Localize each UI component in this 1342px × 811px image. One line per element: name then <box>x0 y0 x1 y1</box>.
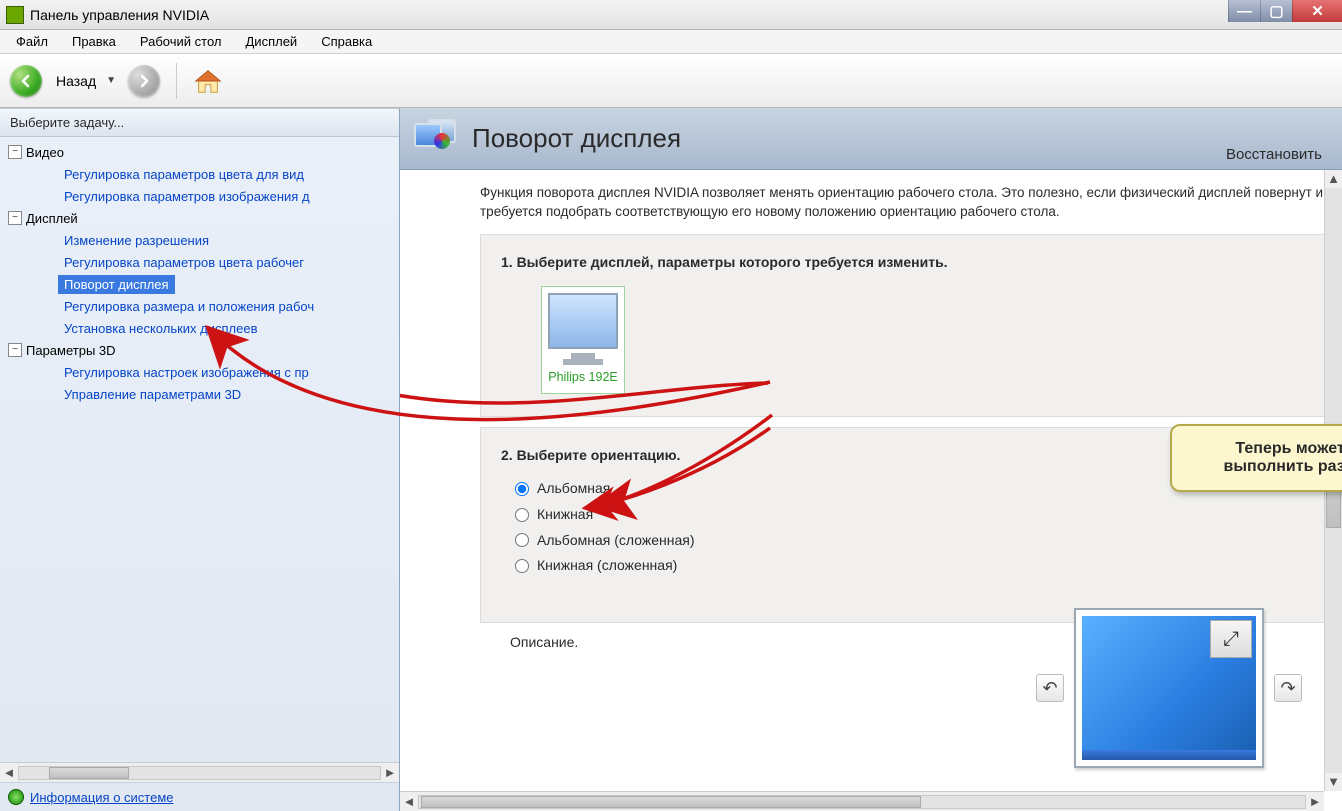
task-tree: − Видео Регулировка параметров цвета для… <box>0 137 399 762</box>
section-title: 1. Выберите дисплей, параметры которого … <box>501 253 1307 273</box>
menu-display[interactable]: Дисплей <box>236 31 308 52</box>
callout-line2: выполнить разворот десплея! <box>1188 458 1342 476</box>
monitor-tile[interactable]: Philips 192E <box>541 286 625 394</box>
toolbar-separator <box>176 63 177 99</box>
back-label: Назад <box>56 73 96 89</box>
menu-bar: Файл Правка Рабочий стол Дисплей Справка <box>0 30 1342 54</box>
radio-input[interactable] <box>515 482 529 496</box>
rotate-icon <box>1210 620 1252 658</box>
tree-item[interactable]: Регулировка настроек изображения с пр <box>0 365 309 380</box>
page-title: Поворот дисплея <box>472 123 1212 154</box>
tree-cat-video[interactable]: Видео <box>26 145 64 160</box>
toolbar: Назад ▼ <box>0 54 1342 108</box>
rotate-cw-button[interactable]: ↷ <box>1274 674 1302 702</box>
system-info-row: Информация о системе <box>0 782 399 811</box>
home-button[interactable] <box>193 67 223 95</box>
sidebar-header: Выберите задачу... <box>0 109 399 137</box>
monitor-name: Philips 192E <box>548 369 618 387</box>
menu-file[interactable]: Файл <box>6 31 58 52</box>
maximize-button[interactable]: ▢ <box>1260 0 1292 22</box>
radio-label: Альбомная <box>537 479 610 499</box>
annotation-callout: Теперь можете с легкостью выполнить разв… <box>1170 424 1342 492</box>
tree-expander-icon[interactable]: − <box>8 145 22 159</box>
orientation-radio-portrait-flipped[interactable]: Книжная (сложенная) <box>515 556 1307 576</box>
scroll-up-icon[interactable]: ▲ <box>1325 170 1342 188</box>
content-area: Поворот дисплея Восстановить Функция пов… <box>400 108 1342 811</box>
orientation-radio-landscape-flipped[interactable]: Альбомная (сложенная) <box>515 531 1307 551</box>
tree-expander-icon[interactable]: − <box>8 211 22 225</box>
radio-label: Книжная <box>537 505 593 525</box>
back-button[interactable] <box>10 65 42 97</box>
minimize-button[interactable]: — <box>1228 0 1260 22</box>
menu-help[interactable]: Справка <box>311 31 382 52</box>
tree-item[interactable]: Изменение разрешения <box>0 233 209 248</box>
intro-text: Функция поворота дисплея NVIDIA позволяе… <box>480 184 1328 222</box>
tree-item[interactable]: Регулировка параметров изображения д <box>0 189 310 204</box>
tree-expander-icon[interactable]: − <box>8 343 22 357</box>
scroll-track[interactable] <box>418 795 1306 809</box>
page-header: Поворот дисплея Восстановить <box>400 108 1342 170</box>
tree-cat-3d[interactable]: Параметры 3D <box>26 343 116 358</box>
restore-link[interactable]: Восстановить <box>1226 146 1328 169</box>
radio-input[interactable] <box>515 508 529 522</box>
display-rotation-icon <box>414 119 458 159</box>
menu-edit[interactable]: Правка <box>62 31 126 52</box>
scroll-thumb[interactable] <box>49 767 129 779</box>
tree-item[interactable]: Установка нескольких дисплеев <box>0 321 258 336</box>
window-title: Панель управления NVIDIA <box>30 7 209 23</box>
close-button[interactable]: ✕ <box>1292 0 1342 22</box>
menu-desktop[interactable]: Рабочий стол <box>130 31 232 52</box>
sidebar-hscrollbar[interactable]: ◄ ► <box>0 762 399 782</box>
tree-item[interactable]: Регулировка параметров цвета для вид <box>0 167 304 182</box>
rotate-ccw-button[interactable]: ↶ <box>1036 674 1064 702</box>
orientation-radio-portrait[interactable]: Книжная <box>515 505 1307 525</box>
scroll-left-icon[interactable]: ◄ <box>0 765 18 780</box>
content-hscrollbar[interactable]: ◄ ► <box>400 791 1324 811</box>
tree-item[interactable]: Управление параметрами 3D <box>0 387 241 402</box>
scroll-right-icon[interactable]: ► <box>381 765 399 780</box>
radio-input[interactable] <box>515 559 529 573</box>
section-select-display: 1. Выберите дисплей, параметры которого … <box>480 234 1328 417</box>
title-bar: Панель управления NVIDIA — ▢ ✕ <box>0 0 1342 30</box>
monitor-icon <box>548 293 618 349</box>
scroll-right-icon[interactable]: ► <box>1306 794 1324 809</box>
scroll-left-icon[interactable]: ◄ <box>400 794 418 809</box>
sidebar: Выберите задачу... − Видео Регулировка п… <box>0 108 400 811</box>
preview-monitor <box>1074 608 1264 768</box>
forward-button[interactable] <box>128 65 160 97</box>
info-icon <box>8 789 24 805</box>
scroll-track[interactable] <box>18 766 381 780</box>
callout-line1: Теперь можете с легкостью <box>1188 440 1342 458</box>
tree-item[interactable]: Регулировка размера и положения рабоч <box>0 299 314 314</box>
scroll-thumb[interactable] <box>421 796 921 808</box>
radio-label: Альбомная (сложенная) <box>537 531 694 551</box>
system-info-link[interactable]: Информация о системе <box>30 790 174 805</box>
radio-input[interactable] <box>515 533 529 547</box>
nvidia-logo-icon <box>6 6 24 24</box>
orientation-preview: ↶ ↷ <box>1036 608 1302 768</box>
tree-item-selected[interactable]: Поворот дисплея <box>58 275 175 294</box>
tree-item[interactable]: Регулировка параметров цвета рабочег <box>0 255 304 270</box>
scroll-down-icon[interactable]: ▼ <box>1325 773 1342 791</box>
tree-cat-display[interactable]: Дисплей <box>26 211 78 226</box>
preview-screen <box>1082 616 1256 760</box>
back-dropdown-icon[interactable]: ▼ <box>106 75 116 86</box>
radio-label: Книжная (сложенная) <box>537 556 677 576</box>
